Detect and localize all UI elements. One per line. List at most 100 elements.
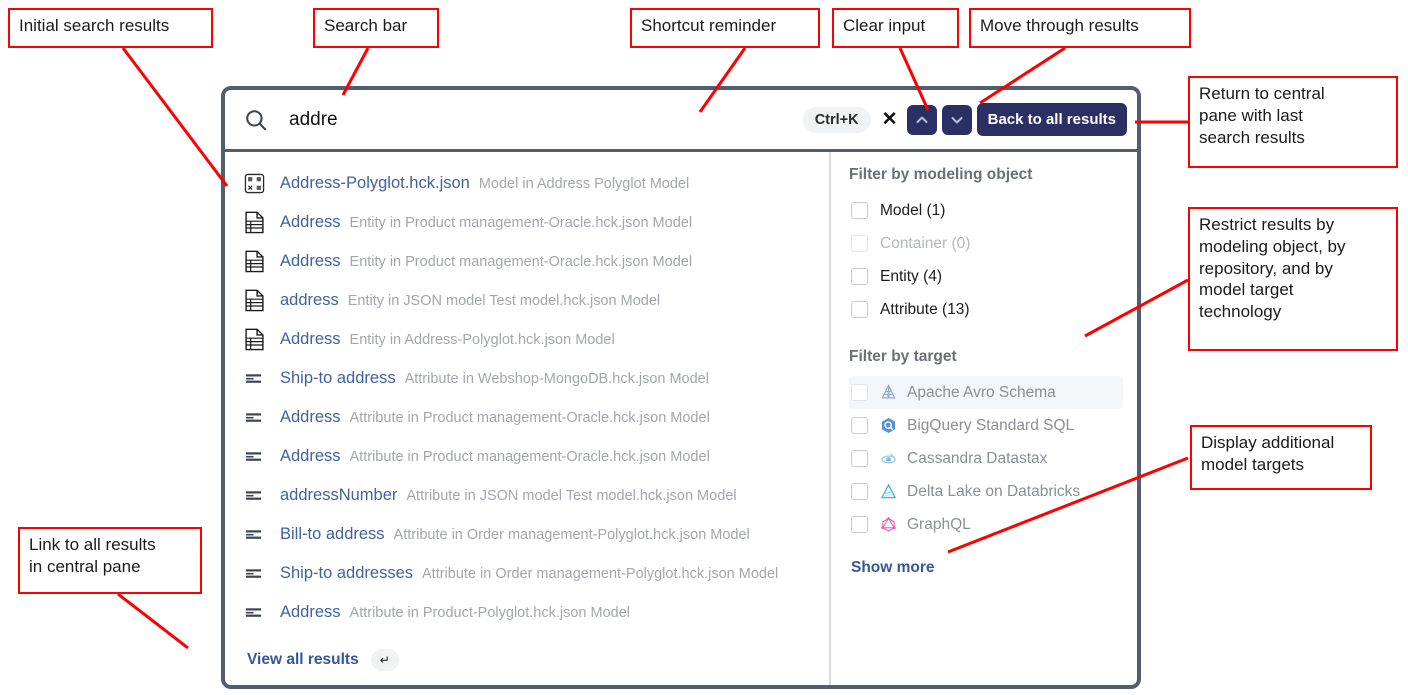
checkbox-icon[interactable] [851,301,868,318]
filter-target-apache-avro-schema[interactable]: Apache Avro Schema [849,376,1123,409]
filter-option-label: Entity (4) [880,267,943,285]
filter-option-container[interactable]: Container (0) [849,227,1123,260]
filter-target-label: Apache Avro Schema [907,383,1056,401]
global-search-panel: Ctrl+K ✕ Back to all results [221,86,1141,689]
result-meta: Attribute in Webshop-MongoDB.hck.json Mo… [404,370,709,387]
result-row[interactable]: Address Attribute in Product management-… [225,437,829,476]
previous-result-button[interactable] [906,104,937,135]
filter-option-attribute[interactable]: Attribute (13) [849,293,1123,326]
filter-target-label: Delta Lake on Databricks [907,482,1081,500]
result-meta: Entity in Address-Polyglot.hck.json Mode… [349,331,615,348]
filter-option-entity[interactable]: Entity (4) [849,260,1123,293]
callout-restrict-results: Restrict results by modeling object, by … [1188,207,1398,351]
result-row[interactable]: Ship-to addresses Attribute in Order man… [225,554,829,593]
callout-search-bar: Search bar [313,8,439,48]
attribute-icon [241,561,267,587]
attribute-icon [241,522,267,548]
filter-target-heading: Filter by target [849,348,957,365]
checkbox-icon[interactable] [851,417,868,434]
result-meta: Attribute in Product-Polyglot.hck.json M… [349,604,631,621]
enter-key-icon: ↵ [370,649,399,671]
filter-target-graphql[interactable]: GraphQL [849,508,1123,541]
next-result-button[interactable] [941,104,972,135]
result-row[interactable]: Address Entity in Address-Polyglot.hck.j… [225,320,829,359]
checkbox-icon[interactable] [851,483,868,500]
search-results-list: Address-Polyglot.hck.json Model in Addre… [225,152,831,685]
result-row[interactable]: Address Entity in Product management-Ora… [225,242,829,281]
result-meta: Attribute in Order management-Polyglot.h… [393,526,750,543]
checkbox-icon[interactable] [851,268,868,285]
filter-target-bigquery-standard-sql[interactable]: BigQuery Standard SQL [849,409,1123,442]
filter-target-label: BigQuery Standard SQL [907,416,1075,434]
checkbox-icon[interactable] [851,516,868,533]
search-panel-body: Address-Polyglot.hck.json Model in Addre… [225,152,1137,685]
callout-shortcut-reminder: Shortcut reminder [630,8,820,48]
result-name: Address [280,603,341,621]
result-meta: Model in Address Polyglot Model [478,175,690,192]
model-icon [241,171,267,197]
result-name: Ship-to addresses [280,564,413,582]
attribute-icon [241,366,267,392]
result-row[interactable]: Address-Polyglot.hck.json Model in Addre… [225,164,829,203]
result-row[interactable]: Address Attribute in Product-Polyglot.hc… [225,593,829,632]
entity-icon [241,288,267,314]
result-row[interactable]: Address Attribute in Product management-… [225,398,829,437]
result-meta: Entity in JSON model Test model.hck.json… [347,292,661,309]
result-name: Address-Polyglot.hck.json [280,174,470,192]
filter-modeling-object-heading: Filter by modeling object [849,166,1033,183]
attribute-icon [241,444,267,470]
back-to-all-results-button[interactable]: Back to all results [976,103,1127,136]
graphql-icon [878,515,898,535]
attribute-icon [241,405,267,431]
result-row[interactable]: addressNumber Attribute in JSON model Te… [225,476,829,515]
cassandra-icon [878,449,898,469]
callout-display-additional-targets: Display additional model targets [1190,425,1372,490]
deltalake-icon [878,482,898,502]
filter-option-model[interactable]: Model (1) [849,194,1123,227]
result-row[interactable]: Bill-to address Attribute in Order manag… [225,515,829,554]
filter-target-label: GraphQL [907,515,971,533]
avro-icon [878,383,898,403]
entity-icon [241,327,267,353]
clear-input-button[interactable]: ✕ [877,107,903,133]
callout-return-to-central-pane: Return to central pane with last search … [1188,76,1398,168]
filter-target-cassandra-datastax[interactable]: Cassandra Datastax [849,442,1123,475]
view-all-results-link[interactable]: View all results [247,651,359,669]
attribute-icon [241,483,267,509]
filter-target-delta-lake-on-databricks[interactable]: Delta Lake on Databricks [849,475,1123,508]
filter-target-label: Cassandra Datastax [907,449,1048,467]
checkbox-icon[interactable] [851,450,868,467]
checkbox-icon[interactable] [851,202,868,219]
search-input[interactable] [287,107,803,132]
show-more-targets-link[interactable]: Show more [851,559,935,577]
attribute-icon [241,600,267,626]
result-name: address [280,291,339,309]
result-name: Address [280,447,341,465]
entity-icon [241,210,267,236]
filter-option-label: Container (0) [880,234,971,252]
callout-clear-input: Clear input [832,8,959,48]
bigquery-icon [878,416,898,436]
result-meta: Attribute in Product management-Oracle.h… [349,409,710,426]
result-row[interactable]: address Entity in JSON model Test model.… [225,281,829,320]
filters-panel: Filter by modeling object Model (1) Cont… [831,152,1137,685]
shortcut-reminder-pill: Ctrl+K [802,106,871,133]
result-name: Address [280,252,341,270]
result-name: addressNumber [280,486,398,504]
result-meta: Attribute in Order management-Polyglot.h… [422,565,779,582]
result-name: Address [280,213,341,231]
result-name: Address [280,330,341,348]
callout-initial-search-results: Initial search results [8,8,213,48]
search-icon [243,107,269,133]
result-meta: Entity in Product management-Oracle.hck.… [349,253,693,270]
callout-move-through-results: Move through results [969,8,1191,48]
view-all-results[interactable]: View all results ↵ [225,649,829,671]
chevron-down-icon [949,112,965,128]
result-row[interactable]: Ship-to address Attribute in Webshop-Mon… [225,359,829,398]
result-name: Address [280,408,341,426]
checkbox-icon[interactable] [851,384,868,401]
result-row[interactable]: Address Entity in Product management-Ora… [225,203,829,242]
checkbox-icon[interactable] [851,235,868,252]
filter-option-label: Model (1) [880,201,946,219]
chevron-up-icon [914,112,930,128]
